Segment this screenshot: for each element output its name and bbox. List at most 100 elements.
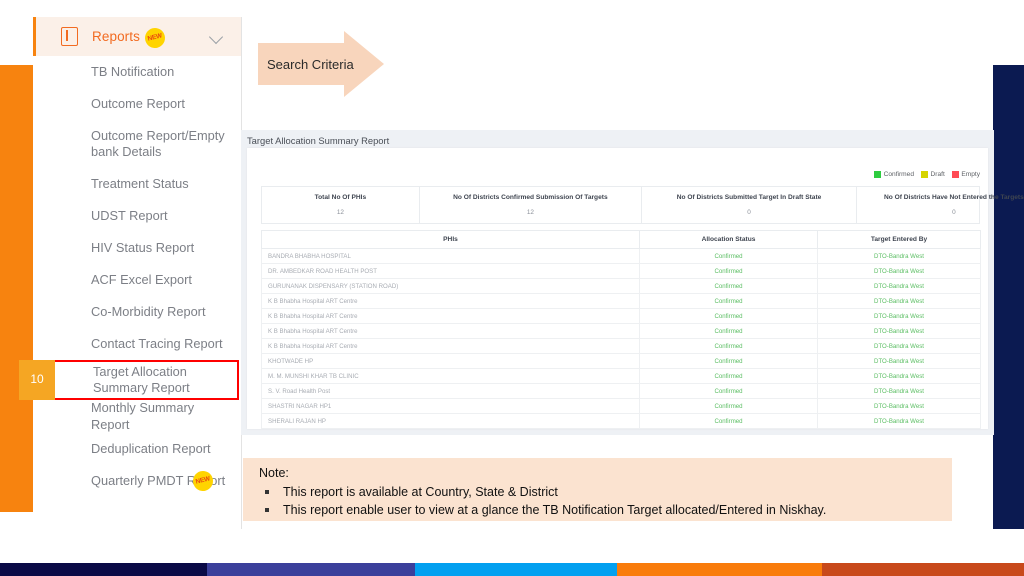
cell-phi-name: S. V. Road Health Post [261,383,640,399]
arrow-body: Search Criteria [258,43,354,85]
summary-card-value: 0 [747,209,751,216]
sidebar-item-tb-notification[interactable]: TB Notification [33,56,241,88]
note-title: Note: [259,466,289,480]
table-row: DR. AMBEDKAR ROAD HEALTH POST Confirmed DT… [261,263,981,279]
note-box: Note: This report is available at Countr… [243,458,952,521]
table-row: K B Bhabha Hospital ART Centre Confirmed D… [261,308,981,324]
cell-phi-name: SHASTRI NAGAR HP1 [261,398,640,414]
sidebar-item-hiv-status-report[interactable]: HIV Status Report [33,232,241,264]
legend-item-confirmed: Confirmed [874,171,914,178]
sidebar-item-target-allocation-summary-report[interactable]: 10 Target Allocation Summary Report [19,359,239,400]
sidebar-menu-list: TB Notification Outcome Report Outcome Rep… [19,56,241,497]
table-row: S. V. Road Health Post Confirmed DTO-Bandr… [261,383,981,399]
table-column-header: Target Entered By [817,230,981,249]
cell-phi-name: BANDRA BHABHA HOSPITAL [261,248,640,264]
screenshot-root: Reports NEW TB Notification Outcome Repor… [0,0,1024,576]
reports-sidebar: Reports NEW TB Notification Outcome Repor… [19,17,242,529]
cell-target-entered-by: DTO-Bandra West [817,383,981,399]
cell-allocation-status: Confirmed [639,248,818,264]
summary-card-value: 0 [952,209,956,216]
legend-item-draft: Draft [921,171,945,178]
cell-phi-name: K B Bhabha Hospital ART Centre [261,308,640,324]
legend-item-empty: Empty [951,171,980,178]
sidebar-item-udst-report[interactable]: UDST Report [33,200,241,232]
sidebar-item-label: Treatment Status [91,175,189,191]
sidebar-item-quarterly-pmdt-report[interactable]: Quarterly PMDT Report NEW [33,465,241,497]
bottom-strip-segment [0,563,207,576]
table-row: SHASTRI NAGAR HP1 Confirmed DTO-Bandra Wes… [261,398,981,414]
sidebar-item-deduplication-report[interactable]: Deduplication Report [33,433,241,465]
cell-allocation-status: Confirmed [639,338,818,354]
cell-allocation-status: Confirmed [639,353,818,369]
decorative-left-bar [0,65,33,512]
legend-swatch-icon [951,171,959,178]
table-column-header: Allocation Status [639,230,818,249]
note-list: This report is available at Country, Sta… [259,483,952,519]
sidebar-item-treatment-status[interactable]: Treatment Status [33,168,241,200]
cell-target-entered-by: DTO-Bandra West [817,323,981,339]
table-row: GURUNANAK DISPENSARY (STATION ROAD) Confi… [261,278,981,294]
cell-phi-name: KHOTWADE HP [261,353,640,369]
chevron-down-icon[interactable] [208,29,224,45]
search-criteria-callout: Search Criteria [258,31,384,97]
sidebar-item-label: Co-Morbidity Report [91,303,206,319]
table-row: K B Bhabha Hospital ART Centre Confirmed D… [261,293,981,309]
note-list-item: This report enable user to view at a gla… [259,501,952,519]
allocation-table: PHIs Allocation Status Target Entered By B… [261,230,981,429]
table-row: KHOTWADE HP Confirmed DTO-Bandra West [261,353,981,369]
sidebar-item-outcome-report-empty-bank-details[interactable]: Outcome Report/Empty bank Details [33,120,241,168]
status-legend: Confirmed Draft Empty [874,171,980,178]
cell-phi-name: DR. AMBEDKAR ROAD HEALTH POST [261,263,640,279]
legend-swatch-icon [874,171,882,178]
sidebar-item-outcome-report[interactable]: Outcome Report [33,88,241,120]
sidebar-item-label: HIV Status Report [91,239,195,255]
new-badge-icon: NEW [142,25,168,50]
sidebar-item-label: Monthly Summary Report [91,400,195,432]
table-row: K B Bhabha Hospital ART Centre Confirmed D… [261,338,981,354]
cell-allocation-status: Confirmed [639,368,818,384]
cell-phi-name: GURUNANAK DISPENSARY (STATION ROAD) [261,278,640,294]
table-row: M. M. MUNSHI KHAR TB CLINIC Confirmed DTO-… [261,368,981,384]
summary-card-label: No Of Districts Submitted Target In Draf… [676,194,822,201]
search-criteria-label: Search Criteria [267,56,354,72]
summary-card-3: No Of Districts Have Not Entered the Tar… [857,187,1024,223]
cell-target-entered-by: DTO-Bandra West [817,353,981,369]
sidebar-item-label: Outcome Report/Empty bank Details [91,127,225,160]
sidebar-item-co-morbidity-report[interactable]: Co-Morbidity Report [33,296,241,328]
bottom-strip-segment [415,563,617,576]
cell-target-entered-by: DTO-Bandra West [817,368,981,384]
cell-phi-name: K B Bhabha Hospital ART Centre [261,338,640,354]
sidebar-item-label: Deduplication Report [91,440,211,456]
cell-allocation-status: Confirmed [639,308,818,324]
cell-allocation-status: Confirmed [639,293,818,309]
cell-allocation-status: Confirmed [639,278,818,294]
legend-label: Empty [961,171,980,178]
summary-card-1: No Of Districts Confirmed Submission Of … [420,187,642,223]
sidebar-item-label: Target Allocation Summary Report [93,363,190,396]
cell-allocation-status: Confirmed [639,323,818,339]
cell-target-entered-by: DTO-Bandra West [817,338,981,354]
table-header-row: PHIs Allocation Status Target Entered By [261,230,981,249]
sidebar-item-contact-tracing-report[interactable]: Contact Tracing Report [33,328,241,360]
decorative-right-bar [993,65,1024,529]
table-row: SHERALI RAJAN HP Confirmed DTO-Bandra West [261,413,981,429]
sidebar-header-reports[interactable]: Reports NEW [33,17,241,56]
cell-phi-name: M. M. MUNSHI KHAR TB CLINIC [261,368,640,384]
cell-target-entered-by: DTO-Bandra West [817,248,981,264]
cell-allocation-status: Confirmed [639,383,818,399]
summary-card-label: No Of Districts Confirmed Submission Of … [453,194,608,201]
report-panel: Target Allocation Summary Report Confirm… [241,130,1024,435]
sidebar-item-label: Outcome Report [91,95,185,111]
table-row: K B Bhabha Hospital ART Centre Confirmed D… [261,323,981,339]
step-number-badge: 10 [19,359,55,400]
cell-allocation-status: Confirmed [639,263,818,279]
summary-card-label: No Of Districts Have Not Entered the Tar… [883,194,1024,201]
summary-card-2: No Of Districts Submitted Target In Draf… [642,187,858,223]
cell-target-entered-by: DTO-Bandra West [817,293,981,309]
sidebar-item-monthly-summary-report[interactable]: Monthly Summary Report [33,400,241,433]
report-icon [61,27,78,46]
legend-label: Confirmed [883,171,915,178]
table-column-header: PHIs [261,230,640,249]
legend-label: Draft [930,171,945,178]
sidebar-item-acf-excel-export[interactable]: ACF Excel Export [33,264,241,296]
